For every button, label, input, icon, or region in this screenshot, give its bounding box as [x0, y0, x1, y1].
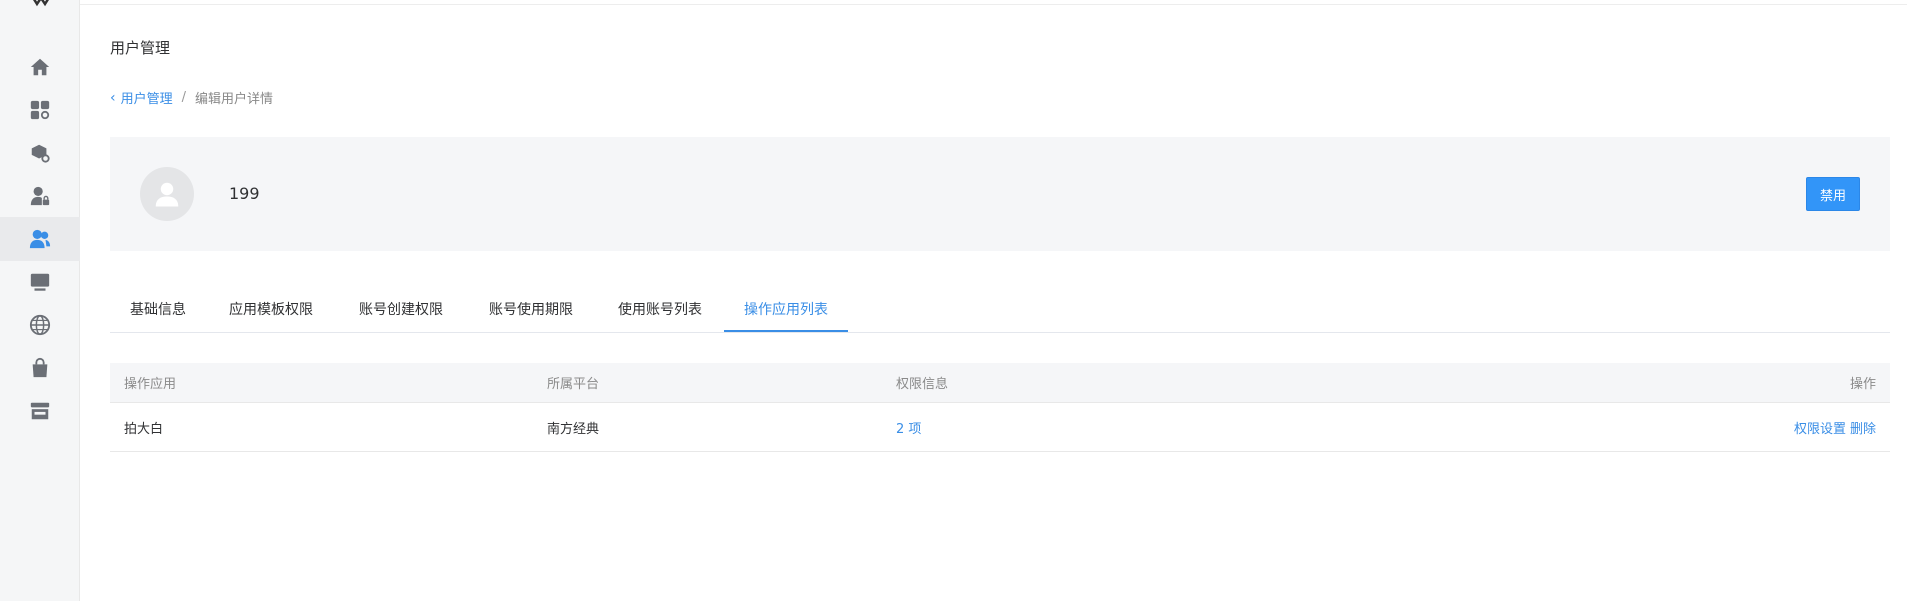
- cell-platform: 南方经典: [547, 421, 600, 437]
- apps-settings-icon: [30, 100, 50, 120]
- tab-operated-apps-list[interactable]: 操作应用列表: [724, 285, 848, 333]
- tab-basic-info[interactable]: 基础信息: [110, 285, 206, 333]
- cell-app: 拍大白: [124, 421, 164, 437]
- table-header: 操作应用 所属平台 权限信息 操作: [110, 363, 1890, 403]
- tab-bar: 基础信息 应用模板权限 账号创建权限 账号使用期限 使用账号列表 操作应用列表: [110, 285, 1890, 333]
- column-header-app: 操作应用: [124, 377, 177, 392]
- sidebar-item-globe[interactable]: [0, 303, 80, 347]
- breadcrumb: ‹ 用户管理 / 编辑用户详情: [110, 88, 274, 108]
- column-header-permission: 权限信息: [896, 377, 949, 392]
- sidebar-item-packages[interactable]: [0, 131, 80, 175]
- user-avatar-icon: [155, 182, 179, 207]
- home-icon: [30, 58, 50, 76]
- users-icon: [29, 229, 51, 249]
- row-actions: 权限设置 删除: [1794, 403, 1876, 451]
- tab-account-creation-permissions[interactable]: 账号创建权限: [336, 285, 466, 333]
- breadcrumb-back-label: 用户管理: [120, 92, 173, 107]
- column-header-platform: 所属平台: [547, 377, 600, 392]
- logo-icon: [33, 0, 49, 7]
- tab-active-indicator: [724, 330, 848, 332]
- user-card: 199 禁用: [110, 137, 1890, 251]
- page-title: 用户管理: [110, 39, 171, 57]
- permission-settings-link[interactable]: 权限设置: [1794, 418, 1846, 437]
- tab-app-template-permissions[interactable]: 应用模板权限: [206, 285, 336, 333]
- permission-count-link[interactable]: 2 项: [896, 403, 921, 451]
- globe-icon: [29, 314, 51, 336]
- chevron-left-icon: ‹: [110, 89, 116, 106]
- breadcrumb-separator: /: [181, 90, 187, 105]
- sidebar-item-user-lock[interactable]: [0, 174, 80, 218]
- sidebar-item-apps[interactable]: [0, 88, 80, 132]
- breadcrumb-back-link[interactable]: ‹ 用户管理: [110, 88, 173, 108]
- column-header-actions: 操作: [1849, 377, 1876, 392]
- tab-account-validity-period[interactable]: 账号使用期限: [466, 285, 596, 333]
- disable-button[interactable]: 禁用: [1806, 177, 1860, 211]
- user-lock-icon: [30, 186, 50, 206]
- top-divider: [80, 4, 1907, 5]
- delete-link[interactable]: 删除: [1850, 418, 1876, 437]
- sidebar-item-monitor[interactable]: [0, 260, 80, 304]
- table-row: 拍大白 南方经典 2 项 权限设置 删除: [110, 403, 1890, 452]
- sidebar-item-store[interactable]: [0, 389, 80, 433]
- monitor-icon: [30, 273, 50, 291]
- avatar: [140, 167, 194, 221]
- breadcrumb-current: 编辑用户详情: [195, 92, 274, 107]
- sidebar: [0, 0, 80, 601]
- store-icon: [30, 402, 50, 420]
- tab-used-accounts-list[interactable]: 使用账号列表: [596, 285, 724, 333]
- user-name: 199: [229, 184, 260, 203]
- shopping-bag-icon: [32, 357, 48, 378]
- sidebar-item-shop[interactable]: [0, 346, 80, 390]
- apps-table: 操作应用 所属平台 权限信息 操作 拍大白 南方经典 2 项 权限设置 删除: [110, 363, 1890, 452]
- sidebar-item-home[interactable]: [0, 45, 80, 89]
- sidebar-item-users[interactable]: [0, 217, 80, 261]
- package-settings-icon: [31, 144, 50, 163]
